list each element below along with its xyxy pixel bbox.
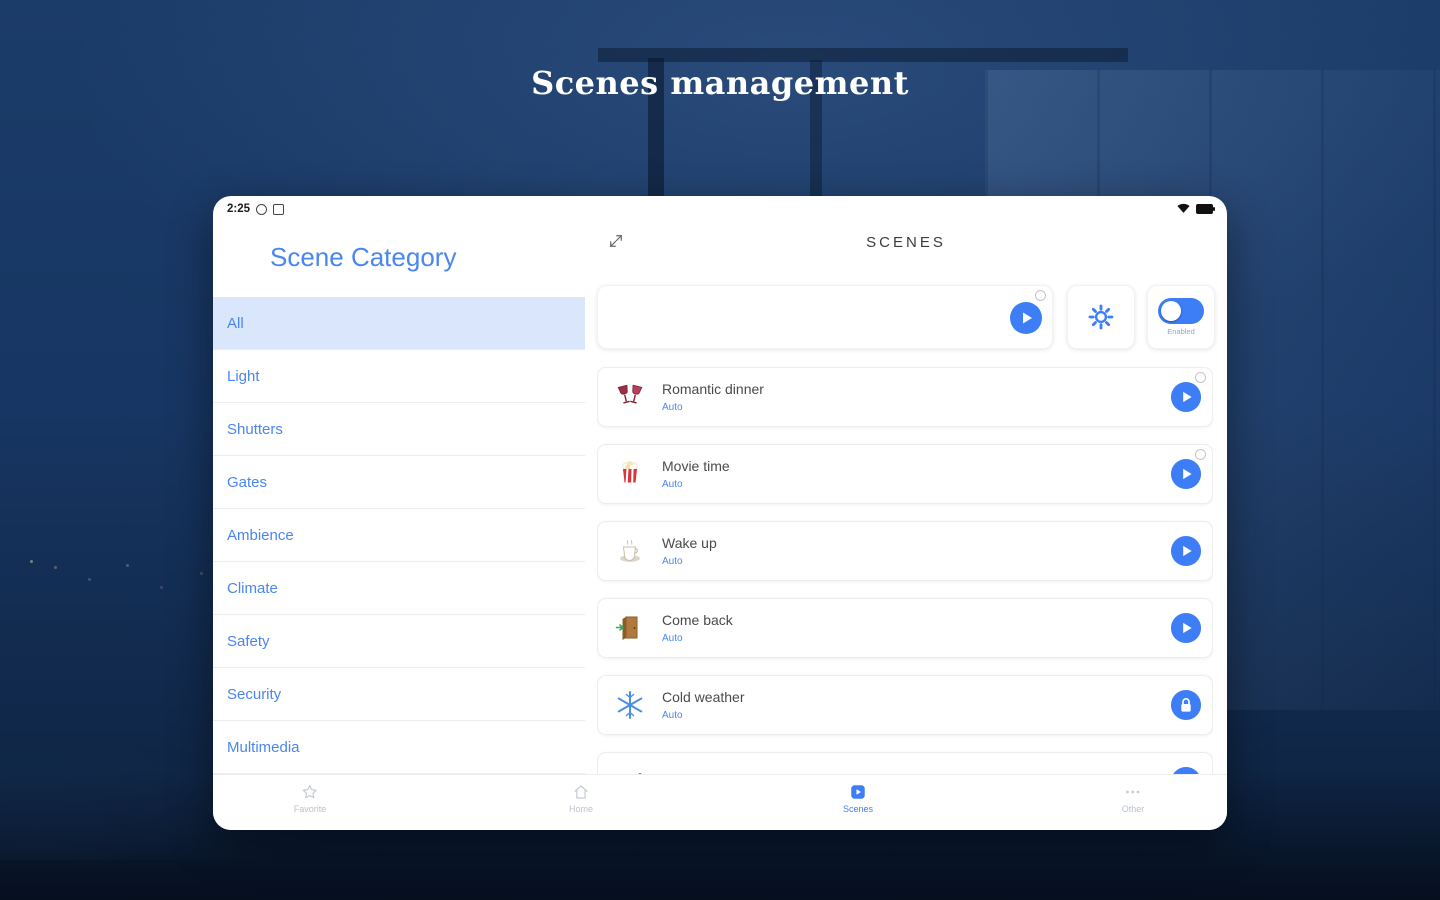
scene-card-cold-weather[interactable]: Cold weather Auto: [597, 675, 1213, 735]
sidebar-item-label: Light: [227, 367, 260, 385]
scenes-icon: [849, 783, 867, 801]
sidebar-item-ambience[interactable]: Ambience: [213, 509, 585, 562]
scene-text: Wake up Auto: [662, 535, 717, 567]
sidebar-item-security[interactable]: Security: [213, 668, 585, 721]
scene-text: Cold weather Auto: [662, 689, 745, 721]
sidebar-item-label: Shutters: [227, 420, 283, 438]
scene-card-wake-up[interactable]: Wake up Auto: [597, 521, 1213, 581]
scene-text: Movie time Auto: [662, 458, 730, 490]
scenes-header-title: SCENES: [866, 234, 946, 251]
scene-list: Romantic dinner Auto Movie time Auto Wake up…: [597, 367, 1213, 775]
tab-label: Other: [1121, 804, 1145, 814]
scene-title: Romantic dinner: [662, 381, 764, 397]
scene-title: Movie time: [662, 458, 730, 474]
scene-card-come-back[interactable]: Come back Auto: [597, 598, 1213, 658]
scene-card-movie-time[interactable]: Movie time Auto: [597, 444, 1213, 504]
door-icon: [613, 611, 647, 645]
toggle-knob: [1161, 301, 1181, 321]
scene-play-button[interactable]: [1170, 535, 1202, 567]
scene-play-button[interactable]: [1170, 612, 1202, 644]
status-time: 2:25: [227, 203, 251, 215]
tab-bar: Favorite Home Scenes Other: [213, 774, 1227, 830]
background-city-lights: [30, 560, 33, 563]
sidebar-item-label: Ambience: [227, 526, 294, 544]
tab-label: Scenes: [842, 804, 874, 814]
page-title: Scenes management: [531, 64, 909, 102]
sidebar-item-all[interactable]: All: [213, 297, 585, 350]
scene-title: Wake up: [662, 535, 717, 551]
snowflake-icon: [613, 688, 647, 722]
tab-other[interactable]: Other: [1121, 783, 1145, 814]
scene-play-button[interactable]: [1170, 381, 1202, 413]
home-icon: [572, 783, 590, 801]
play-all-button[interactable]: [1009, 301, 1043, 335]
background-house-roof: [598, 48, 1128, 62]
scene-subtitle: Auto: [662, 556, 683, 567]
settings-card: [1067, 285, 1135, 349]
wine-glasses-icon: [613, 380, 647, 414]
sidebar-item-safety[interactable]: Safety: [213, 615, 585, 668]
scene-title: Cold weather: [662, 689, 745, 705]
popcorn-icon: [613, 457, 647, 491]
app-window: 2:25 Scene Category All Light Shutters Gate…: [213, 196, 1227, 830]
scene-text: Romantic dinner Auto: [662, 381, 764, 413]
sidebar-item-light[interactable]: Light: [213, 350, 585, 403]
scene-category-title: Scene Category: [270, 242, 457, 272]
play-all-card: [597, 285, 1053, 349]
status-left: 2:25: [227, 203, 285, 215]
tab-favorite[interactable]: Favorite: [293, 783, 327, 814]
sidebar-item-label: Safety: [227, 632, 270, 650]
sidebar-item-shutters[interactable]: Shutters: [213, 403, 585, 456]
scene-card-action-in-home[interactable]: Action in home: [597, 752, 1213, 775]
screenshot-icon: [273, 203, 285, 215]
tab-scenes[interactable]: Scenes: [843, 783, 873, 814]
sidebar-item-climate[interactable]: Climate: [213, 562, 585, 615]
other-icon: [1124, 783, 1142, 801]
scenes-panel: SCENES Enabled Romantic dinner Auto Movie …: [585, 222, 1227, 775]
desktop-background: Scenes management 2:25 Scene Category Al…: [0, 0, 1440, 900]
tab-label: Home: [568, 804, 594, 814]
sidebar-item-multimedia[interactable]: Multimedia: [213, 721, 585, 774]
info-icon: [1195, 449, 1206, 460]
scene-subtitle: Auto: [662, 402, 683, 413]
scene-subtitle: Auto: [662, 633, 683, 644]
scene-category-panel: Scene Category All Light Shutters Gates Ambi…: [213, 222, 585, 775]
tab-label: Favorite: [293, 804, 327, 814]
enabled-card: Enabled: [1147, 285, 1215, 349]
status-bar: 2:25: [213, 196, 1227, 222]
sidebar-item-label: Climate: [227, 579, 278, 597]
info-icon: [1195, 372, 1206, 383]
scene-category-list: All Light Shutters Gates Ambience Climate Safe…: [213, 297, 585, 774]
scene-card-romantic-dinner[interactable]: Romantic dinner Auto: [597, 367, 1213, 427]
scenes-toolbar: Enabled: [597, 285, 1215, 349]
notification-icon: [256, 203, 268, 215]
battery-icon: [1196, 204, 1215, 214]
scene-play-button[interactable]: [1170, 458, 1202, 490]
scene-subtitle: Auto: [662, 710, 683, 721]
sidebar-item-label: Multimedia: [227, 738, 300, 756]
enabled-label: Enabled: [1167, 327, 1195, 336]
sidebar-item-label: Gates: [227, 473, 268, 491]
tab-home[interactable]: Home: [569, 783, 593, 814]
scenes-panel-header: SCENES: [585, 222, 1227, 264]
enabled-toggle[interactable]: [1158, 298, 1204, 324]
sidebar-item-label: All: [227, 314, 244, 332]
settings-button[interactable]: [1087, 303, 1115, 331]
scene-title: Come back: [662, 612, 733, 628]
favorite-icon: [301, 783, 319, 801]
coffee-icon: [613, 534, 647, 568]
scene-subtitle: Auto: [662, 479, 683, 490]
scene-text: Come back Auto: [662, 612, 733, 644]
status-right: [1177, 203, 1215, 216]
sidebar-item-gates[interactable]: Gates: [213, 456, 585, 509]
scene-lock-button[interactable]: [1170, 689, 1202, 721]
info-icon: [1035, 290, 1046, 301]
sidebar-item-label: Security: [227, 685, 282, 703]
wifi-icon: [1177, 203, 1190, 216]
